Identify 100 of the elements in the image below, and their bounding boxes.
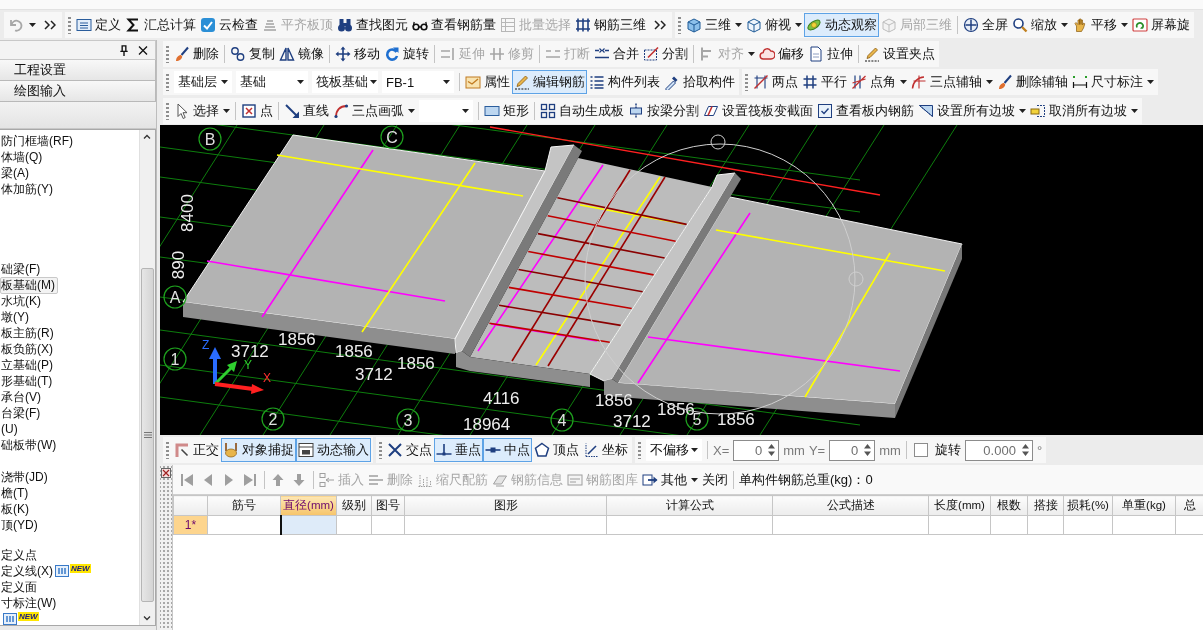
table-cell[interactable]	[1112, 515, 1176, 535]
toolbar-grip[interactable]	[379, 441, 382, 459]
table-cell[interactable]	[371, 515, 405, 535]
rebar-line[interactable]	[546, 214, 677, 243]
tree-item[interactable]: 立基础(P)	[0, 356, 56, 374]
double-chevron-icon[interactable]	[44, 20, 56, 30]
toolbar-button[interactable]: 属性	[463, 70, 512, 94]
toolbar-grip[interactable]	[68, 16, 71, 34]
toolbar-button[interactable]: 查看钢筋量	[410, 13, 498, 37]
tree-item[interactable]: 台梁(F)	[0, 404, 44, 422]
tree-item[interactable]: 梁(A)	[0, 164, 32, 182]
close-icon[interactable]	[161, 468, 171, 478]
dropdown-button[interactable]: 其他	[640, 467, 700, 492]
toolbar-grip[interactable]	[745, 73, 748, 91]
table-cell[interactable]	[404, 515, 607, 535]
toolbar-grip[interactable]	[166, 101, 169, 120]
column-header[interactable]: 根数	[990, 495, 1028, 516]
table-cell[interactable]	[1063, 515, 1113, 535]
toolbar-button[interactable]: 全屏	[961, 13, 1010, 37]
toolbar-button[interactable]: 复制	[228, 42, 277, 66]
table-cell[interactable]	[280, 515, 337, 535]
toolbar-button[interactable]: 点	[239, 98, 275, 123]
toolbar-button[interactable]: 平行	[800, 70, 849, 94]
tree-item[interactable]: 板负筋(X)	[0, 340, 56, 358]
dropdown-field[interactable]: 不偏移	[646, 439, 702, 461]
tree-item[interactable]: 定义线(X) NEW	[0, 562, 94, 580]
nav-button[interactable]: 绘图输入	[0, 81, 156, 102]
toolbar-grip[interactable]	[166, 441, 169, 459]
dropdown-button[interactable]: 三维	[684, 13, 744, 37]
column-header[interactable]: 直径(mm)	[280, 495, 337, 516]
toolbar-button[interactable]: 中点	[483, 438, 532, 462]
toolbar-grip[interactable]	[678, 16, 681, 34]
toolbar-button[interactable]: 合并	[592, 42, 641, 66]
toolbar-button[interactable]: 正交	[172, 438, 221, 462]
dropdown-button[interactable]: 三点辅轴	[909, 70, 995, 94]
tree-item[interactable]: 形基础(T)	[0, 372, 56, 390]
toolbar-button[interactable]: 坐标	[581, 438, 630, 462]
tree-item[interactable]: 定义点	[0, 546, 40, 564]
table-cell[interactable]	[336, 515, 372, 535]
dropdown-button[interactable]: 平移	[1070, 13, 1130, 37]
scrollbar-thumb[interactable]	[141, 268, 154, 602]
column-header[interactable]: 公式描述	[772, 495, 929, 516]
toolbar-button[interactable]: 删除	[172, 42, 221, 66]
table-cell[interactable]	[928, 515, 991, 535]
tree-item[interactable]: 板(K)	[0, 500, 32, 518]
dropdown-button[interactable]: 取消所有边坡	[1028, 98, 1140, 123]
toolbar-grip[interactable]	[166, 73, 169, 91]
dropdown-button[interactable]: 俯视	[744, 13, 804, 37]
column-header[interactable]: 计算公式	[606, 495, 773, 516]
toolbar-button[interactable]: 动态输入	[296, 438, 371, 462]
toolbar-button[interactable]: 直线	[282, 98, 331, 123]
tree-item[interactable]: 防门框墙(RF)	[0, 132, 76, 150]
table-cell[interactable]	[606, 515, 773, 535]
toolbar-button[interactable]: 定义	[74, 13, 123, 37]
orbit-handle[interactable]	[710, 134, 726, 150]
dropdown-field[interactable]: 基础	[236, 71, 308, 93]
rebar-line[interactable]	[537, 232, 666, 259]
rebar-line[interactable]	[498, 304, 622, 327]
toolbar-button[interactable]: 自动生成板	[538, 98, 626, 123]
toolbar-button[interactable]: 云检查	[198, 13, 260, 37]
tree-item[interactable]: 础板带(W)	[0, 436, 60, 454]
toolbar-button[interactable]: 删除辅轴	[995, 70, 1070, 94]
toolbar-button[interactable]: 分割	[641, 42, 690, 66]
column-header[interactable]: 单重(kg)	[1112, 495, 1176, 516]
toolbar-button[interactable]: 拉伸	[806, 42, 855, 66]
tree-item[interactable]: 浇带(JD)	[0, 468, 51, 486]
dropdown-button[interactable]: 三点画弧	[331, 98, 417, 123]
dropdown-field[interactable]	[419, 99, 473, 122]
toolbar-button[interactable]: 设置夹点	[862, 42, 937, 66]
rebar-line[interactable]	[556, 197, 688, 226]
dropdown-field[interactable]: 基础层	[174, 71, 232, 93]
close-icon[interactable]	[138, 44, 148, 56]
toolbar-button[interactable]: 旋转	[382, 42, 431, 66]
toolbar-button[interactable]: 垂点	[434, 438, 483, 462]
dropdown-button[interactable]: 选择	[172, 98, 232, 123]
tree-item[interactable]: (U)	[0, 420, 21, 438]
toolbar-button[interactable]: 拾取构件	[662, 70, 737, 94]
toolbar-button[interactable]: 交点	[385, 438, 434, 462]
orbit-circle[interactable]	[584, 143, 856, 415]
toolbar-button[interactable]: 按梁分割	[626, 98, 701, 123]
toolbar-button[interactable]: 矩形	[482, 98, 531, 123]
table-cell[interactable]	[1027, 515, 1064, 535]
column-header[interactable]: 长度(mm)	[928, 495, 991, 516]
table-cell[interactable]	[990, 515, 1028, 535]
toolbar-button[interactable]: 偏移	[757, 42, 806, 66]
column-header[interactable]: 总	[1175, 495, 1203, 516]
column-header[interactable]: 级别	[336, 495, 372, 516]
nav-button[interactable]: 工程设置	[0, 60, 156, 81]
table-cell[interactable]	[772, 515, 929, 535]
dropdown-button[interactable]: 尺寸标注	[1070, 70, 1156, 94]
column-header[interactable]: 图形	[404, 495, 607, 516]
tree-item[interactable]: 墩(Y)	[0, 308, 32, 326]
column-header[interactable]: 损耗(%)	[1063, 495, 1113, 516]
toolbar-button[interactable]: 编辑钢筋	[512, 70, 587, 94]
tree-item[interactable]: 寸标注(W)	[0, 594, 60, 612]
tree-item[interactable]: 板基础(M)	[0, 276, 58, 294]
checkbox[interactable]	[913, 443, 928, 457]
column-header[interactable]: 筋号	[207, 495, 281, 516]
dropdown-button[interactable]: 点角	[849, 70, 909, 94]
panel-grip[interactable]	[160, 465, 173, 630]
